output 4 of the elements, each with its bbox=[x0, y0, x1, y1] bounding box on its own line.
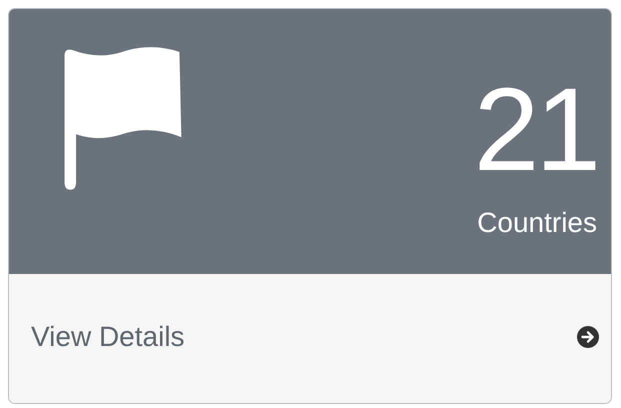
count-value: 21 bbox=[474, 71, 597, 189]
arrow-circle-icon bbox=[577, 326, 599, 348]
count-label: Countries bbox=[477, 207, 597, 239]
view-details-link[interactable]: View Details bbox=[9, 274, 611, 403]
